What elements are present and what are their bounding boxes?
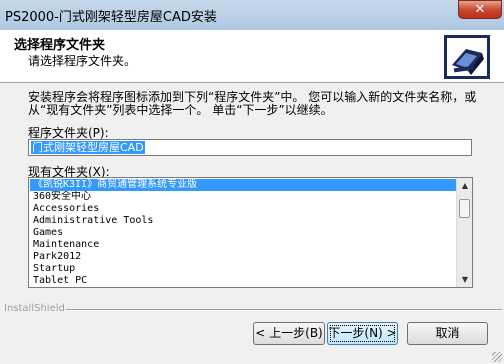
list-item[interactable]: Startup <box>30 263 457 275</box>
list-item[interactable]: Park2012 <box>30 251 457 263</box>
window-title: PS2000-门式刚架轻型房屋CAD安装 <box>5 10 217 25</box>
list-item[interactable]: 360安全中心 <box>30 191 457 203</box>
installer-window: PS2000-门式刚架轻型房屋CAD安装 ✕ 选择程序文件夹 请选择程序文件夹。… <box>0 0 504 364</box>
scrollbar-thumb[interactable] <box>459 199 470 218</box>
list-item[interactable]: Games <box>30 227 457 239</box>
title-bar[interactable]: PS2000-门式刚架轻型房屋CAD安装 ✕ <box>0 0 504 30</box>
instruction-text: 安装程序会将程序图标添加到下列“程序文件夹”中。 您可以输入新的文件夹名称，或从… <box>28 90 477 117</box>
scroll-down-icon[interactable]: ▼ <box>457 272 472 287</box>
program-folder-value: 门式刚架轻型房屋CAD <box>31 141 145 154</box>
list-item[interactable]: Accessories <box>30 203 457 215</box>
page-title: 选择程序文件夹 <box>14 38 106 53</box>
list-item[interactable]: 《凯锐K3II》商贸通管理系统专业版 <box>30 179 457 191</box>
next-button[interactable]: 下一步(N) > <box>327 322 398 345</box>
installshield-brand: InstallShield <box>4 303 65 314</box>
list-item[interactable]: Administrative Tools <box>30 215 457 227</box>
list-item[interactable]: Tablet PC <box>30 275 457 287</box>
existing-folders-list[interactable]: 《凯锐K3II》商贸通管理系统专业版 360安全中心 Accessories A… <box>28 177 473 288</box>
vertical-scrollbar[interactable]: ▲ ▼ <box>456 178 472 287</box>
resize-grip-icon[interactable] <box>492 352 502 362</box>
program-folder-input[interactable]: 门式刚架轻型房屋CAD <box>28 139 472 156</box>
back-button[interactable]: < 上一步(B) <box>253 322 325 345</box>
list-item[interactable]: Maintenance <box>30 239 457 251</box>
page-subtitle: 请选择程序文件夹。 <box>28 54 137 68</box>
header-panel: 选择程序文件夹 请选择程序文件夹。 <box>0 30 504 83</box>
computer-install-icon <box>444 35 490 79</box>
scroll-up-icon[interactable]: ▲ <box>457 178 472 193</box>
footer-divider <box>66 309 502 311</box>
close-button[interactable]: ✕ <box>458 0 502 19</box>
cancel-button[interactable]: 取消 <box>407 322 488 345</box>
focus-ring <box>330 325 395 342</box>
